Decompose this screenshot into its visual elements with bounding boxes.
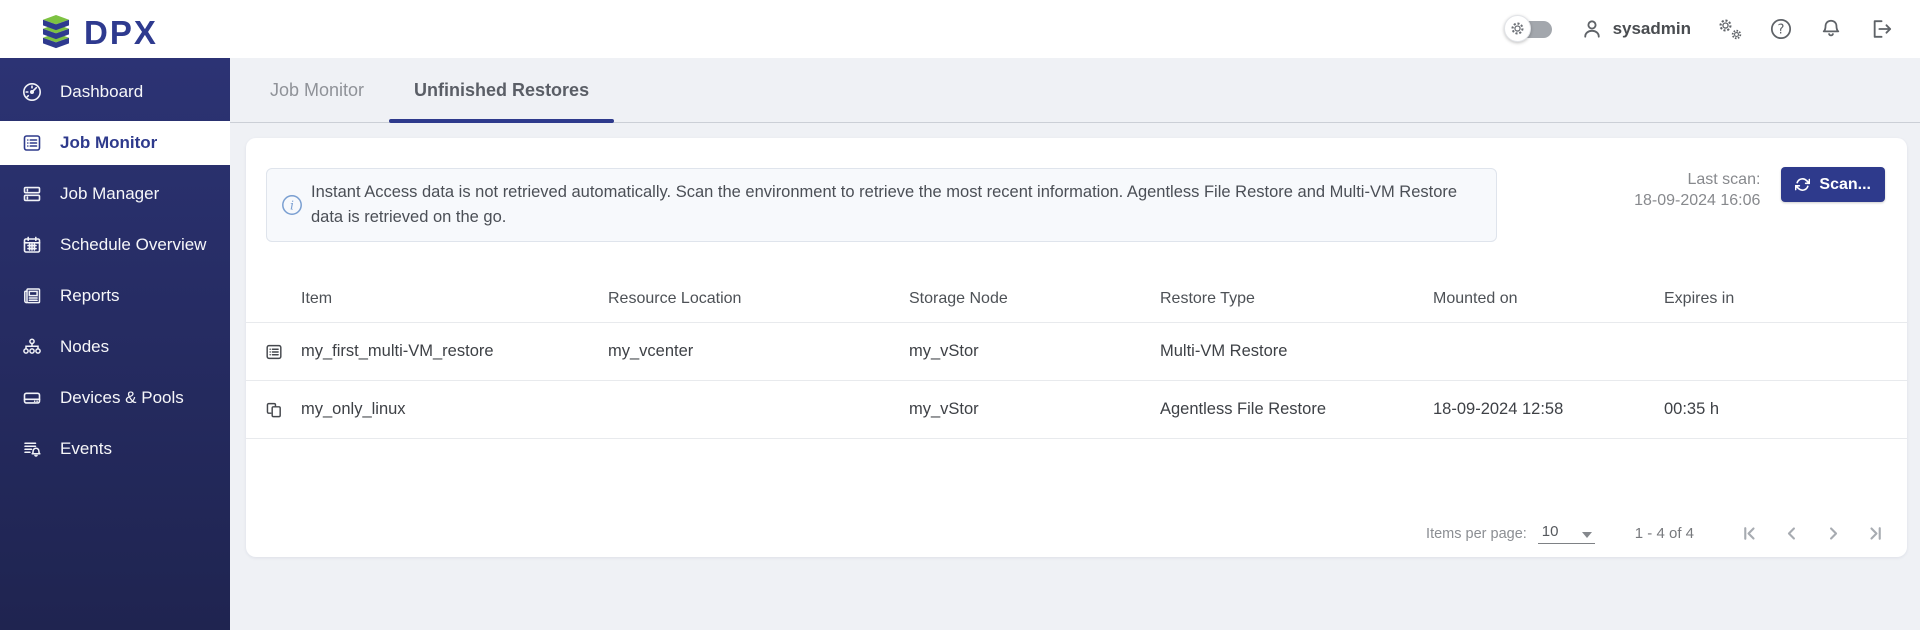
notifications-bell-icon[interactable]: [1819, 17, 1843, 41]
help-icon[interactable]: ?: [1769, 17, 1793, 41]
user-icon: [1580, 17, 1604, 41]
sidebar-item-label: Dashboard: [60, 82, 143, 102]
pagination-controls: [1740, 524, 1885, 543]
items-per-page-label: Items per page:: [1426, 526, 1527, 542]
pagination-bar: Items per page: 10 1 - 4 of 4: [1426, 523, 1885, 544]
events-icon: [21, 438, 43, 460]
sidebar-item-dashboard[interactable]: Dashboard: [0, 70, 230, 114]
job-manager-icon: [21, 183, 43, 205]
table-row[interactable]: my_only_linux my_vStor Agentless File Re…: [246, 381, 1907, 439]
next-page-button[interactable]: [1824, 524, 1843, 543]
column-header-storage-node: Storage Node: [909, 290, 1160, 322]
cell-expires-in: 00:35 h: [1664, 400, 1907, 419]
column-header-expires-in: Expires in: [1664, 290, 1907, 322]
dpx-logo[interactable]: DPX: [38, 9, 158, 56]
cell-restore-type: Agentless File Restore: [1160, 400, 1433, 419]
sidebar-item-label: Nodes: [60, 337, 109, 357]
schedule-overview-icon: [21, 234, 43, 256]
column-header-item: Item: [301, 290, 608, 322]
info-icon: i: [281, 194, 303, 216]
tab-bar: Job Monitor Unfinished Restores: [230, 58, 1920, 123]
column-header-restore-type: Restore Type: [1160, 290, 1433, 322]
cell-storage-node: my_vStor: [909, 400, 1160, 419]
table-row[interactable]: my_first_multi-VM_restore my_vcenter my_…: [246, 323, 1907, 381]
column-header-mounted-on: Mounted on: [1433, 290, 1664, 322]
info-banner-text: Instant Access data is not retrieved aut…: [311, 180, 1478, 230]
sidebar-item-label: Devices & Pools: [60, 388, 184, 408]
info-banner: i Instant Access data is not retrieved a…: [266, 168, 1497, 242]
sidebar-nav: Dashboard Job Monitor Job Manager: [0, 58, 230, 630]
sidebar-item-label: Reports: [60, 286, 120, 306]
cell-item: my_first_multi-VM_restore: [301, 342, 608, 361]
sidebar-item-nodes[interactable]: Nodes: [0, 325, 230, 369]
sidebar-item-label: Events: [60, 439, 112, 459]
items-per-page-select[interactable]: 10: [1538, 523, 1595, 544]
user-name: sysadmin: [1613, 19, 1691, 39]
pagination-range: 1 - 4 of 4: [1635, 525, 1694, 542]
tab-label: Job Monitor: [270, 80, 364, 101]
table-header-row: Item Resource Location Storage Node Rest…: [246, 243, 1907, 323]
first-page-button[interactable]: [1740, 524, 1759, 543]
sidebar-item-schedule-overview[interactable]: Schedule Overview: [0, 223, 230, 267]
dpx-logo-icon: [38, 9, 74, 56]
dashboard-icon: [21, 81, 43, 103]
last-page-button[interactable]: [1866, 524, 1885, 543]
sidebar-item-label: Job Manager: [60, 184, 159, 204]
svg-text:i: i: [290, 197, 294, 212]
sidebar-item-job-monitor[interactable]: Job Monitor: [0, 121, 230, 165]
multi-vm-restore-icon: [246, 342, 301, 362]
sidebar-item-label: Schedule Overview: [60, 235, 206, 255]
cell-item: my_only_linux: [301, 400, 608, 419]
reports-icon: [21, 285, 43, 307]
cell-storage-node: my_vStor: [909, 342, 1160, 361]
tab-job-monitor[interactable]: Job Monitor: [245, 58, 389, 122]
gear-icon: [1504, 15, 1531, 42]
scan-area: Last scan: 18-09-2024 16:06 Scan...: [1634, 167, 1885, 211]
last-scan-label: Last scan:: [1634, 169, 1760, 190]
job-monitor-icon: [21, 132, 43, 154]
tab-label: Unfinished Restores: [414, 80, 589, 101]
main-content: Job Monitor Unfinished Restores i Instan…: [230, 58, 1920, 630]
svg-text:?: ?: [1778, 23, 1785, 38]
topbar-actions: sysadmin ?: [1504, 0, 1893, 58]
sidebar-item-events[interactable]: Events: [0, 427, 230, 471]
unfinished-restores-card: i Instant Access data is not retrieved a…: [246, 138, 1907, 557]
restores-table: Item Resource Location Storage Node Rest…: [246, 243, 1907, 439]
last-scan-time: 18-09-2024 16:06: [1634, 190, 1760, 211]
cell-restore-type: Multi-VM Restore: [1160, 342, 1433, 361]
agentless-file-restore-icon: [246, 400, 301, 420]
column-header-resource-location: Resource Location: [608, 290, 909, 322]
top-bar: DPX sysadmin: [0, 0, 1920, 58]
refresh-icon: [1795, 177, 1810, 192]
previous-page-button[interactable]: [1782, 524, 1801, 543]
dpx-logo-text: DPX: [84, 16, 158, 49]
header-spacer: [246, 308, 301, 322]
sidebar-item-reports[interactable]: Reports: [0, 274, 230, 318]
scan-button[interactable]: Scan...: [1781, 167, 1885, 202]
last-scan-info: Last scan: 18-09-2024 16:06: [1634, 167, 1760, 211]
cell-resource-location: my_vcenter: [608, 342, 909, 361]
settings-toggle[interactable]: [1504, 15, 1554, 43]
user-menu[interactable]: sysadmin: [1580, 17, 1691, 41]
nodes-icon: [21, 336, 43, 358]
items-per-page-value: 10: [1542, 523, 1559, 540]
cell-mounted-on: 18-09-2024 12:58: [1433, 400, 1664, 419]
sidebar-item-devices-pools[interactable]: Devices & Pools: [0, 376, 230, 420]
tab-unfinished-restores[interactable]: Unfinished Restores: [389, 58, 614, 122]
sidebar-item-label: Job Monitor: [60, 133, 157, 153]
scan-button-label: Scan...: [1819, 176, 1871, 194]
settings-gears-icon[interactable]: [1717, 17, 1743, 41]
devices-pools-icon: [21, 387, 43, 409]
logout-icon[interactable]: [1869, 17, 1893, 41]
chevron-down-icon: [1582, 532, 1592, 538]
sidebar-item-job-manager[interactable]: Job Manager: [0, 172, 230, 216]
